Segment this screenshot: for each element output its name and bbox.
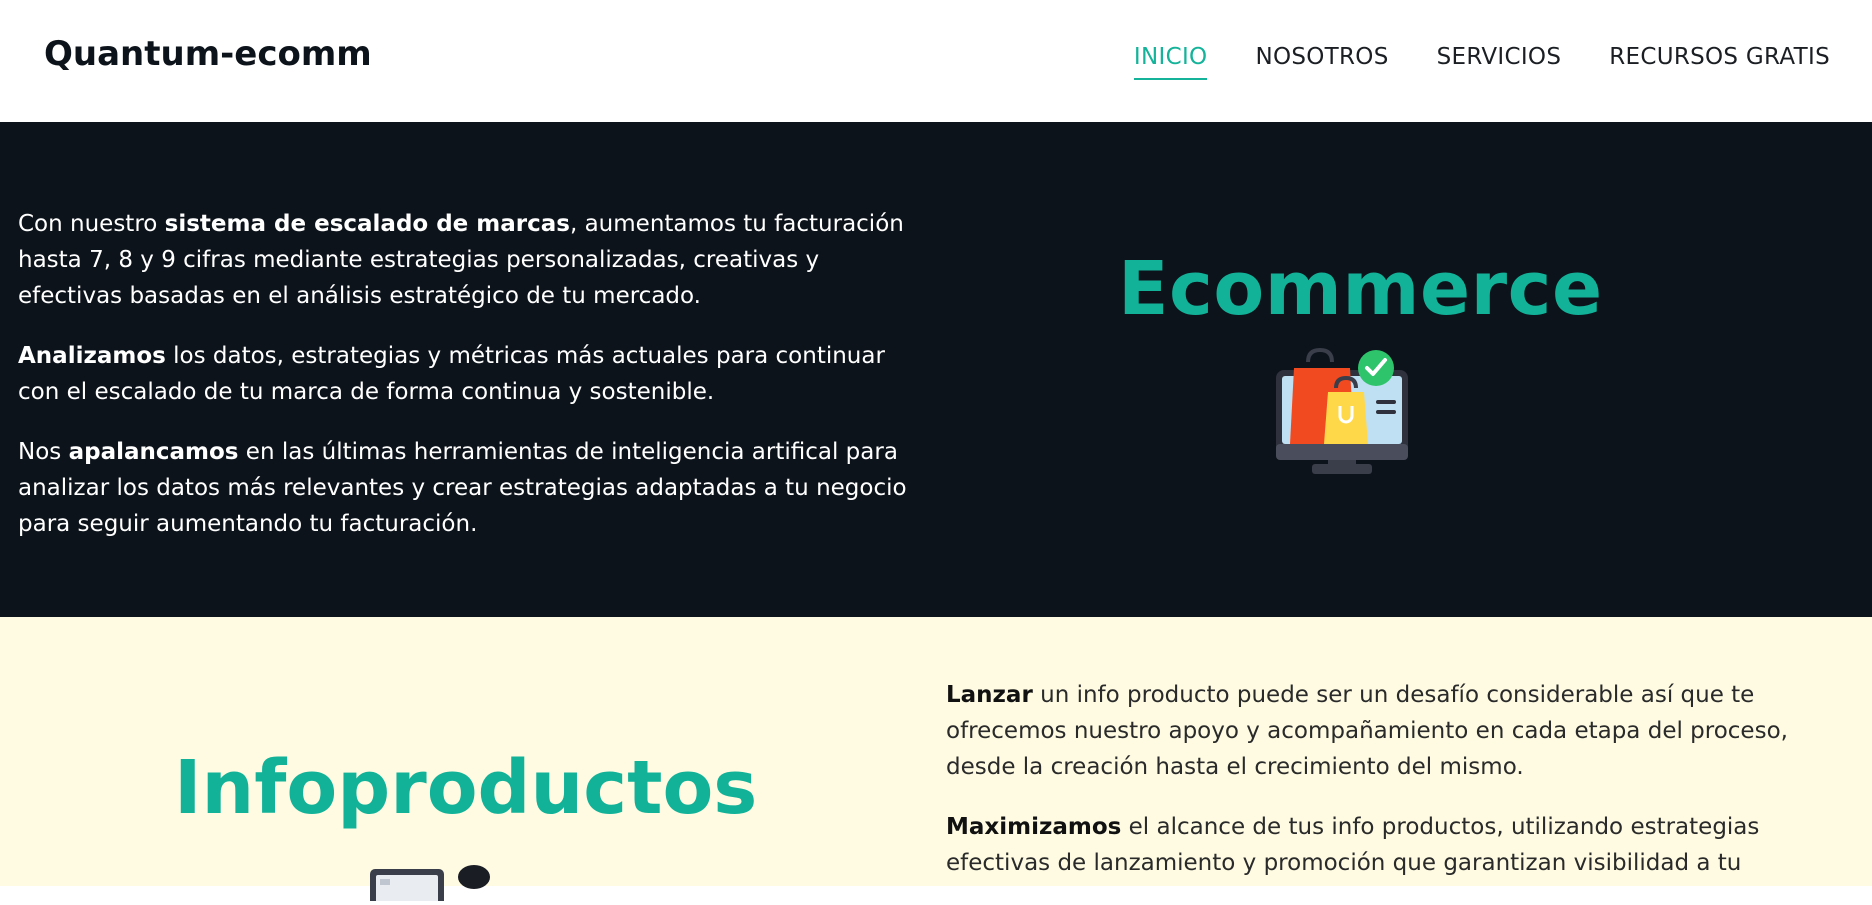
nav-item-inicio[interactable]: INICIO — [1133, 44, 1208, 80]
ecommerce-title: Ecommerce — [1118, 246, 1603, 332]
shopping-monitor-icon — [1276, 348, 1408, 474]
site-logo[interactable]: Quantum-ecomm — [44, 34, 372, 74]
infoproductos-paragraph-2: Maximizamos el alcance de tus info produ… — [946, 814, 1760, 876]
ecommerce-paragraph-1: Con nuestro sistema de escalado de marca… — [18, 211, 904, 309]
ecommerce-section: Con nuestro sistema de escalado de marca… — [0, 122, 1872, 617]
nav-item-nosotros[interactable]: NOSOTROS — [1255, 44, 1388, 76]
infoproductos-section: Infoproductos Lanzar un info producto pu… — [0, 617, 1872, 901]
site-header: Quantum-ecomm INICIO NOSOTROS SERVICIOS … — [0, 0, 1872, 122]
infoproductos-description: Lanzar un info producto puede ser un des… — [946, 677, 1846, 905]
infoproductos-title: Infoproductos — [174, 745, 758, 831]
nav-item-servicios[interactable]: SERVICIOS — [1437, 44, 1562, 76]
ecommerce-paragraph-3: Nos apalancamos en las últimas herramien… — [18, 439, 907, 537]
main-nav: INICIO NOSOTROS SERVICIOS RECURSOS GRATI… — [1133, 44, 1830, 80]
infoproductos-paragraph-1: Lanzar un info producto puede ser un des… — [946, 682, 1788, 780]
laptop-icon — [370, 865, 490, 901]
nav-item-recursos-gratis[interactable]: RECURSOS GRATIS — [1609, 44, 1830, 76]
ecommerce-paragraph-2: Analizamos los datos, estrategias y métr… — [18, 343, 885, 405]
ecommerce-description: Con nuestro sistema de escalado de marca… — [18, 206, 928, 566]
